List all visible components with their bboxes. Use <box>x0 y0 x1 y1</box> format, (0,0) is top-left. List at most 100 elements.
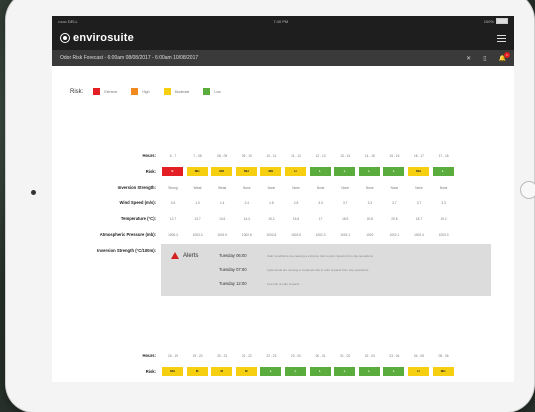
swatch-moderate <box>163 88 171 95</box>
row-label-temp: Temperature (°C): <box>120 216 156 222</box>
temp-cell: 20.8 <box>366 217 373 222</box>
hours-cell: 18 - 19 <box>168 354 178 358</box>
hours-cell: 02 - 03 <box>364 354 375 358</box>
risk-cell[interactable]: MH <box>211 166 233 176</box>
pressure-cell: 1003.3 <box>438 233 449 237</box>
risk-cell[interactable]: L <box>309 366 331 376</box>
risk-cell[interactable]: H <box>285 166 306 176</box>
legend-text: Moderate <box>174 89 190 94</box>
inversion-cell: None <box>439 185 448 190</box>
alert-message: Low risk of odor impacts <box>267 282 300 286</box>
home-button[interactable] <box>520 181 535 199</box>
risk-cell[interactable]: M <box>186 366 208 376</box>
hours-cell: 13 - 14 <box>340 154 351 158</box>
legend-label: Risk: <box>70 88 84 95</box>
risk-cell[interactable]: M <box>235 366 257 376</box>
risk-cell[interactable]: L <box>309 166 331 176</box>
risk-cell[interactable]: L <box>260 366 282 376</box>
page-title: Odor Risk Forecast - 6:00am 08/08/2017 -… <box>60 55 199 61</box>
warning-icon <box>171 252 179 259</box>
wind-cell: 3.7 <box>392 201 397 206</box>
hours-cell: 23 - 00 <box>291 354 301 358</box>
tablet-frame: •••oo DELL 7:40 PM 100% envirosuite Odor… <box>6 0 535 412</box>
risk-cell[interactable]: MH <box>186 166 208 176</box>
temp-cell: 12.7 <box>169 217 177 222</box>
row-label-pressure: Atmospheric Pressure (mb): <box>99 232 156 237</box>
alerts-title: Alerts <box>183 252 199 259</box>
row-label-risk: Risk: <box>145 368 156 374</box>
hours-cell: 01 - 02 <box>340 354 351 358</box>
risk-cell[interactable]: MH <box>408 166 429 176</box>
inversion-cell: None <box>292 185 300 190</box>
risk-cell[interactable]: L <box>285 366 306 376</box>
legend-text: High <box>142 89 150 94</box>
wind-cell: 0.6 <box>170 201 176 206</box>
pressure-cell: 1002.4 <box>414 233 424 237</box>
app-name: envirosuite <box>73 32 134 44</box>
wind-cell: 2.4 <box>244 201 250 206</box>
wind-cell: 3.3 <box>318 201 323 206</box>
alerts-heading: Alerts <box>171 252 198 259</box>
battery-group: 100% <box>484 18 508 24</box>
temp-cell: 18.9 <box>342 217 349 222</box>
pressure-cell: 1003.3 <box>192 233 203 237</box>
risk-cell[interactable]: L <box>334 366 356 376</box>
row-label-inversion_gradient: Inversion Strength (°C/100m): <box>97 247 156 253</box>
risk-cell[interactable]: M <box>211 366 233 376</box>
logo-icon <box>60 33 70 43</box>
hours-cell: 16 - 17 <box>414 154 424 158</box>
hours-cell: 09 - 10 <box>241 154 252 158</box>
swatch-extreme <box>93 88 101 95</box>
hours-cell: 03 - 04 <box>389 354 400 358</box>
risk-cell[interactable]: MH <box>235 166 257 176</box>
alerts-panel: Alerts Tuesday 06:00 Calm conditions are… <box>161 244 491 296</box>
risk-cell[interactable]: L <box>334 166 356 176</box>
risk-cell[interactable]: L <box>358 366 380 376</box>
close-icon[interactable]: ✕ <box>466 55 471 62</box>
pressure-cell: 1002.6 <box>266 233 277 237</box>
app-logo[interactable]: envirosuite <box>60 32 134 44</box>
pressure-cell: 1002.1 <box>389 233 400 237</box>
app-bar: envirosuite <box>52 26 514 50</box>
wind-cell: 3.3 <box>367 201 373 206</box>
hours-cell: 22 - 23 <box>266 354 277 358</box>
alert-item: Tuesday 07:00 Light winds are causing a … <box>219 267 368 272</box>
risk-cell[interactable]: H <box>408 366 429 376</box>
pressure-cell: 1002.3 <box>315 233 326 237</box>
legend-item-extreme: Extreme <box>93 88 117 95</box>
hours-cell: 11 - 12 <box>291 154 301 158</box>
hours-cell: 20 - 21 <box>217 354 228 358</box>
risk-cell[interactable]: L <box>383 366 405 376</box>
bell-icon[interactable]: 🔔 1 <box>499 51 510 62</box>
row-label-hours: Hours: <box>142 153 157 158</box>
sub-header: Odor Risk Forecast - 6:00am 08/08/2017 -… <box>52 50 514 66</box>
risk-cell[interactable]: E <box>162 166 183 176</box>
hours-cell: 7 - 08 <box>193 154 202 158</box>
inversion-cell: None <box>267 185 276 190</box>
hours-cell: 17 - 18 <box>438 154 449 158</box>
wind-cell: 3.7 <box>416 201 422 206</box>
legend-item-low: Low <box>203 88 221 95</box>
inversion-cell: None <box>316 185 325 190</box>
device-icon[interactable]: ▯ <box>483 55 486 62</box>
pressure-cell: 1006.3 <box>168 233 178 237</box>
risk-cell[interactable]: L <box>432 166 454 176</box>
risk-cell[interactable]: MH <box>162 366 183 376</box>
alert-item: Tuesday 12:00 Low risk of odor impacts <box>219 281 299 286</box>
hours-cell: 14 - 15 <box>364 154 375 158</box>
inversion-cell: None <box>390 185 399 190</box>
hours-cell: 19 - 20 <box>192 354 203 358</box>
hours-cell: 21 - 22 <box>241 354 252 358</box>
risk-cell[interactable]: MH <box>432 366 454 376</box>
inversion-cell: None <box>415 185 423 190</box>
menu-icon[interactable] <box>497 34 506 42</box>
alert-time: Tuesday 12:00 <box>219 281 247 286</box>
risk-cell[interactable]: MH <box>260 166 282 176</box>
risk-cell[interactable]: L <box>383 166 405 176</box>
temp-cell: 19.2 <box>440 217 447 222</box>
inversion-cell: None <box>365 185 374 190</box>
swatch-high <box>131 88 139 95</box>
hours-cell: 05 - 06 <box>438 354 449 358</box>
wind-cell: 1.0 <box>195 201 200 206</box>
risk-cell[interactable]: L <box>358 166 380 176</box>
